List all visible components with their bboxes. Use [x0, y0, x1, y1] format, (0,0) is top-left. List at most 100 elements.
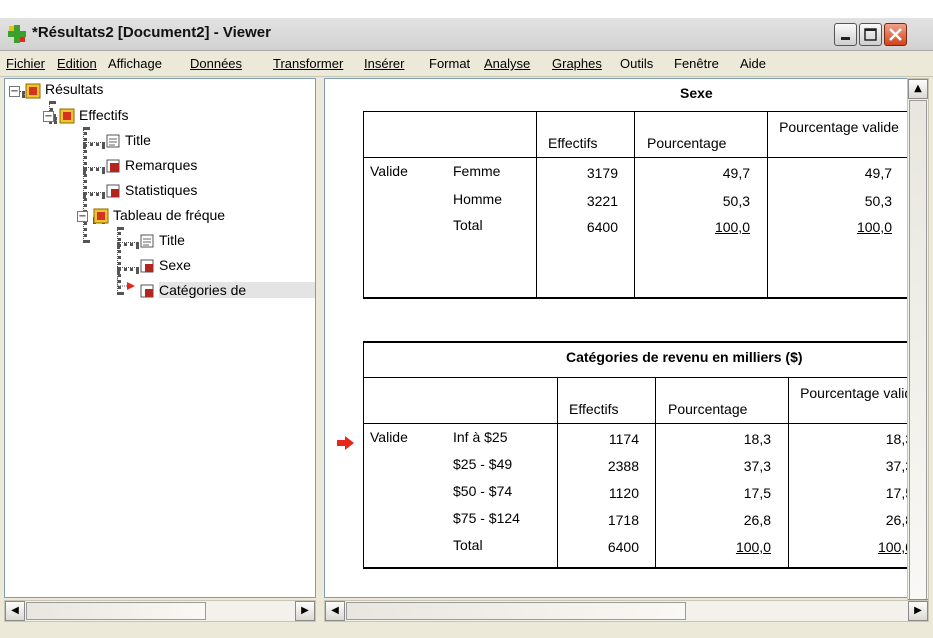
cell-value: 49,7 — [864, 165, 892, 181]
tree-node-categories[interactable]: Catégories de — [159, 282, 315, 298]
scroll-up-button[interactable]: ▲ — [908, 79, 928, 99]
menu-fenetre[interactable]: Fenêtre — [674, 56, 719, 71]
column-header: Pourcentage valide — [779, 119, 899, 135]
collapse-toggle-tableau[interactable]: − — [77, 211, 88, 222]
tree-node-title-2[interactable]: Title — [159, 232, 185, 248]
cell-value: 18,3 — [743, 431, 771, 447]
cell-value: 26,8 — [743, 512, 771, 528]
outline-hscrollbar[interactable]: ◀ ▶ — [4, 600, 316, 622]
row-label: Total — [453, 537, 483, 553]
tree-node-title[interactable]: Title — [125, 132, 151, 148]
scroll-right-button[interactable]: ▶ — [295, 601, 315, 621]
scroll-right-button[interactable]: ▶ — [908, 601, 928, 621]
row-label: Inf à $25 — [453, 429, 508, 445]
cell-value: 17,5 — [885, 485, 907, 501]
cell-value: 49,7 — [722, 165, 750, 181]
tree-node-statistiques[interactable]: Statistiques — [125, 182, 197, 198]
collapse-toggle-resultats[interactable]: − — [9, 86, 20, 97]
row-label: Femme — [453, 163, 501, 179]
menu-analyse[interactable]: Analyse — [484, 56, 530, 71]
menu-transformer[interactable]: Transformer — [273, 56, 343, 71]
cell-value: 6400 — [586, 219, 618, 235]
cell-value: 37,3 — [885, 458, 907, 474]
content-hscrollbar[interactable]: ◀ ▶ — [324, 600, 929, 622]
tree-node-sexe[interactable]: Sexe — [159, 257, 191, 273]
tree-node-tableau[interactable]: Tableau de fréque — [113, 207, 225, 223]
current-item-arrow-icon — [337, 436, 354, 450]
cell-value: 37,3 — [743, 458, 771, 474]
outline-pane[interactable]: − − − Résultats Effectifs Title Remarque… — [4, 78, 316, 598]
cell-value: 50,3 — [722, 193, 750, 209]
output-book-icon — [59, 108, 75, 124]
cell-value: 1718 — [607, 512, 639, 528]
cell-value: 1120 — [608, 485, 639, 501]
tree-node-effectifs[interactable]: Effectifs — [79, 107, 129, 123]
scroll-thumb[interactable] — [26, 602, 206, 620]
row-label: Homme — [453, 191, 503, 207]
collapse-toggle-effectifs[interactable]: − — [43, 111, 54, 122]
column-header: Pourcentage — [668, 401, 748, 417]
menu-edition[interactable]: Edition — [57, 56, 97, 71]
content-vscrollbar[interactable]: ▲ ▼ — [907, 78, 929, 620]
output-book-icon — [93, 208, 109, 224]
scroll-left-button[interactable]: ◀ — [5, 601, 25, 621]
scroll-left-button[interactable]: ◀ — [325, 601, 345, 621]
viewer-window: *Résultats2 [Document2] - Viewer Fichier… — [0, 18, 933, 638]
row-label: $25 - $49 — [453, 456, 513, 472]
minimize-button[interactable] — [834, 23, 857, 46]
close-button[interactable] — [884, 23, 907, 46]
menu-bar: Fichier Edition Affichage Données Transf… — [0, 51, 933, 77]
menu-fichier[interactable]: Fichier — [6, 56, 45, 71]
cell-value: 3179 — [586, 165, 618, 181]
column-header: Pourcentage — [647, 135, 727, 151]
title-bar[interactable]: *Résultats2 [Document2] - Viewer — [0, 18, 933, 51]
tree-node-remarques[interactable]: Remarques — [125, 157, 197, 173]
cell-value: 100,0 — [877, 539, 907, 555]
cell-value: 100,0 — [735, 539, 771, 555]
row-group-label: Valide — [370, 429, 408, 445]
close-icon — [889, 28, 902, 41]
cell-value: 1174 — [608, 431, 639, 447]
cell-value: 6400 — [607, 539, 639, 555]
cell-value: 26,8 — [885, 512, 907, 528]
scroll-thumb[interactable] — [346, 602, 686, 620]
pane-splitter[interactable] — [316, 78, 324, 638]
cell-value: 50,3 — [864, 193, 892, 209]
row-group-label: Valide — [370, 163, 408, 179]
menu-inserer[interactable]: Insérer — [364, 56, 404, 71]
maximize-button[interactable] — [859, 23, 882, 46]
menu-outils[interactable]: Outils — [620, 56, 653, 71]
row-label: $75 - $124 — [453, 510, 520, 526]
title-page-icon — [140, 234, 154, 248]
maximize-icon — [864, 28, 877, 41]
row-label: Total — [453, 217, 483, 233]
cell-value: 100,0 — [856, 219, 892, 235]
pivot-table-icon — [106, 184, 120, 198]
tree-node-resultats[interactable]: Résultats — [45, 81, 103, 97]
output-book-icon — [25, 83, 41, 99]
cell-value: 2388 — [607, 458, 639, 474]
cell-value: 100,0 — [714, 219, 750, 235]
column-header: Effectifs — [548, 135, 598, 151]
menu-affichage[interactable]: Affichage — [108, 56, 162, 71]
window-title: *Résultats2 [Document2] - Viewer — [32, 24, 271, 41]
table-title-sexe: Sexe — [680, 85, 713, 101]
minimize-icon — [841, 37, 850, 40]
scroll-thumb[interactable] — [909, 100, 927, 600]
pivot-table-icon — [140, 284, 154, 298]
app-icon — [8, 25, 26, 43]
column-header: Effectifs — [569, 401, 619, 417]
cell-value: 18,3 — [885, 431, 907, 447]
menu-graphes[interactable]: Graphes — [552, 56, 602, 71]
title-page-icon — [106, 134, 120, 148]
menu-donnees[interactable]: Données — [190, 56, 242, 71]
cell-value: 3221 — [586, 193, 618, 209]
column-header: Pourcentage valide — [800, 385, 907, 401]
row-label: $50 - $74 — [453, 483, 513, 499]
pivot-table-icon — [140, 259, 154, 273]
output-content-pane[interactable]: Sexe Effectifs Pourcentage Pourcentage v… — [324, 78, 907, 598]
table-title-categories: Catégories de revenu en milliers ($) — [566, 349, 803, 365]
cell-value: 17,5 — [743, 485, 771, 501]
menu-aide[interactable]: Aide — [740, 56, 766, 71]
menu-format[interactable]: Format — [429, 56, 470, 71]
